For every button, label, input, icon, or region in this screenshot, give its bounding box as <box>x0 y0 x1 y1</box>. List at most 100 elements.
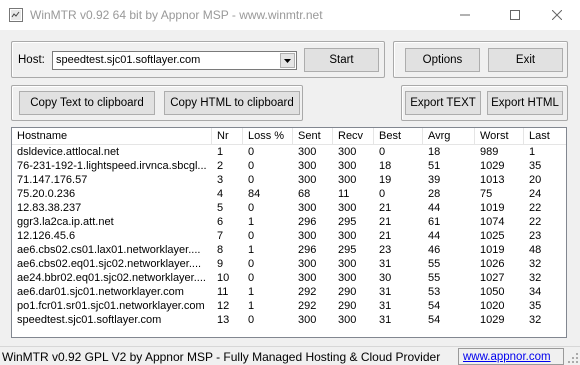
status-link-box: www.appnor.com <box>458 348 564 365</box>
copy-html-button[interactable]: Copy HTML to clipboard <box>164 91 300 115</box>
column-header-loss[interactable]: Loss % <box>243 128 293 145</box>
column-header-best[interactable]: Best <box>374 128 423 145</box>
cell-loss: 0 <box>248 202 255 214</box>
cell-loss: 0 <box>248 160 255 172</box>
cell-avrg: 55 <box>428 258 441 270</box>
close-button[interactable] <box>534 0 580 30</box>
copy-text-button[interactable]: Copy Text to clipboard <box>19 91 155 115</box>
cell-loss: 0 <box>248 258 255 270</box>
table-row[interactable]: ae6.cbs02.eq01.sjc02.networklayer.... 9 0 3… <box>12 258 566 272</box>
cell-hostname: 12.83.38.237 <box>17 202 82 214</box>
table-row[interactable]: speedtest.sjc01.softlayer.com 13 0 300 300 31… <box>12 314 566 328</box>
cell-recv: 300 <box>338 160 357 172</box>
hops-table[interactable]: Hostname Nr Loss % Sent Recv Best Avrg W… <box>11 127 567 338</box>
resize-grip-icon[interactable] <box>568 353 579 364</box>
export-html-button[interactable]: Export HTML <box>487 91 563 115</box>
cell-best: 31 <box>379 258 392 270</box>
cell-nr: 10 <box>217 272 230 284</box>
cell-best: 31 <box>379 300 392 312</box>
host-input[interactable]: speedtest.sjc01.softlayer.com <box>56 54 200 66</box>
column-header-worst[interactable]: Worst <box>475 128 524 145</box>
cell-worst: 1026 <box>480 258 505 270</box>
host-combobox[interactable]: speedtest.sjc01.softlayer.com <box>52 51 297 70</box>
cell-worst: 1019 <box>480 202 505 214</box>
cell-best: 0 <box>379 188 386 200</box>
cell-last: 35 <box>529 300 542 312</box>
table-row[interactable]: dsldevice.attlocal.net 1 0 300 300 0 18 989 1 <box>12 146 566 160</box>
cell-sent: 300 <box>298 272 317 284</box>
cell-avrg: 18 <box>428 146 441 158</box>
cell-best: 31 <box>379 314 392 326</box>
table-row[interactable]: ae24.bbr02.eq01.sjc02.networklayer.... 10… <box>12 272 566 286</box>
cell-sent: 292 <box>298 300 317 312</box>
start-button[interactable]: Start <box>304 48 379 72</box>
cell-recv: 295 <box>338 244 357 256</box>
cell-avrg: 28 <box>428 188 441 200</box>
app-icon <box>9 8 23 22</box>
cell-worst: 1029 <box>480 160 505 172</box>
table-row[interactable]: ae6.dar01.sjc01.networklayer.com 11 1 292 29… <box>12 286 566 300</box>
column-header-sent[interactable]: Sent <box>293 128 333 145</box>
chevron-down-icon <box>284 58 291 63</box>
cell-sent: 300 <box>298 146 317 158</box>
cell-hostname: ae6.cbs02.eq01.sjc02.networklayer.... <box>17 258 202 270</box>
table-row[interactable]: ae6.cbs02.cs01.lax01.networklayer.... 8 1 2… <box>12 244 566 258</box>
cell-best: 21 <box>379 202 392 214</box>
cell-recv: 290 <box>338 286 357 298</box>
table-body: dsldevice.attlocal.net 1 0 300 300 0 18 989 1 76-… <box>12 146 566 328</box>
options-button[interactable]: Options <box>405 48 480 72</box>
table-row[interactable]: 71.147.176.57 3 0 300 300 19 39 1013 20 <box>12 174 566 188</box>
website-link[interactable]: www.appnor.com <box>463 351 551 363</box>
cell-hostname: 71.147.176.57 <box>17 174 88 186</box>
minimize-icon <box>460 14 470 16</box>
cell-loss: 1 <box>248 286 255 298</box>
cell-nr: 3 <box>217 174 224 186</box>
cell-hostname: 75.20.0.236 <box>17 188 76 200</box>
maximize-button[interactable] <box>492 0 538 30</box>
table-row[interactable]: 76-231-192-1.lightspeed.irvnca.sbcgl... 2… <box>12 160 566 174</box>
host-dropdown-button[interactable] <box>280 53 295 68</box>
column-header-recv[interactable]: Recv <box>333 128 374 145</box>
cell-hostname: 76-231-192-1.lightspeed.irvnca.sbcgl... <box>17 160 207 172</box>
cell-nr: 4 <box>217 188 224 200</box>
cell-best: 18 <box>379 160 392 172</box>
cell-last: 22 <box>529 216 542 228</box>
cell-avrg: 53 <box>428 286 441 298</box>
table-row[interactable]: 75.20.0.236 4 84 68 11 0 28 75 24 <box>12 188 566 202</box>
cell-loss: 0 <box>248 146 255 158</box>
minimize-button[interactable] <box>442 0 488 30</box>
cell-best: 30 <box>379 272 392 284</box>
cell-worst: 1029 <box>480 314 505 326</box>
cell-worst: 1019 <box>480 244 505 256</box>
table-row[interactable]: po1.fcr01.sr01.sjc01.networklayer.com 12 1… <box>12 300 566 314</box>
cell-best: 31 <box>379 286 392 298</box>
cell-recv: 300 <box>338 146 357 158</box>
status-text: WinMTR v0.92 GPL V2 by Appnor MSP - Full… <box>2 350 441 364</box>
column-header-last[interactable]: Last <box>524 128 566 145</box>
cell-loss: 0 <box>248 174 255 186</box>
title-bar: WinMTR v0.92 64 bit by Appnor MSP - www.… <box>0 0 580 30</box>
cell-nr: 7 <box>217 230 224 242</box>
cell-hostname: ae6.cbs02.cs01.lax01.networklayer.... <box>17 244 201 256</box>
cell-worst: 1050 <box>480 286 505 298</box>
cell-recv: 300 <box>338 230 357 242</box>
cell-sent: 300 <box>298 230 317 242</box>
table-row[interactable]: 12.126.45.6 7 0 300 300 21 44 1025 23 <box>12 230 566 244</box>
cell-avrg: 61 <box>428 216 441 228</box>
column-header-hostname[interactable]: Hostname <box>12 128 212 145</box>
cell-worst: 75 <box>480 188 493 200</box>
cell-hostname: po1.fcr01.sr01.sjc01.networklayer.com <box>17 300 205 312</box>
cell-hostname: ae6.dar01.sjc01.networklayer.com <box>17 286 184 298</box>
cell-recv: 300 <box>338 272 357 284</box>
cell-worst: 989 <box>480 146 499 158</box>
column-header-avrg[interactable]: Avrg <box>423 128 475 145</box>
table-row[interactable]: 12.83.38.237 5 0 300 300 21 44 1019 22 <box>12 202 566 216</box>
cell-last: 48 <box>529 244 542 256</box>
cell-loss: 0 <box>248 272 255 284</box>
exit-button[interactable]: Exit <box>488 48 563 72</box>
cell-loss: 1 <box>248 244 255 256</box>
column-header-nr[interactable]: Nr <box>212 128 243 145</box>
export-text-button[interactable]: Export TEXT <box>405 91 481 115</box>
table-row[interactable]: ggr3.la2ca.ip.att.net 6 1 296 295 21 61 1074 22 <box>12 216 566 230</box>
window-title: WinMTR v0.92 64 bit by Appnor MSP - www.… <box>30 8 323 22</box>
